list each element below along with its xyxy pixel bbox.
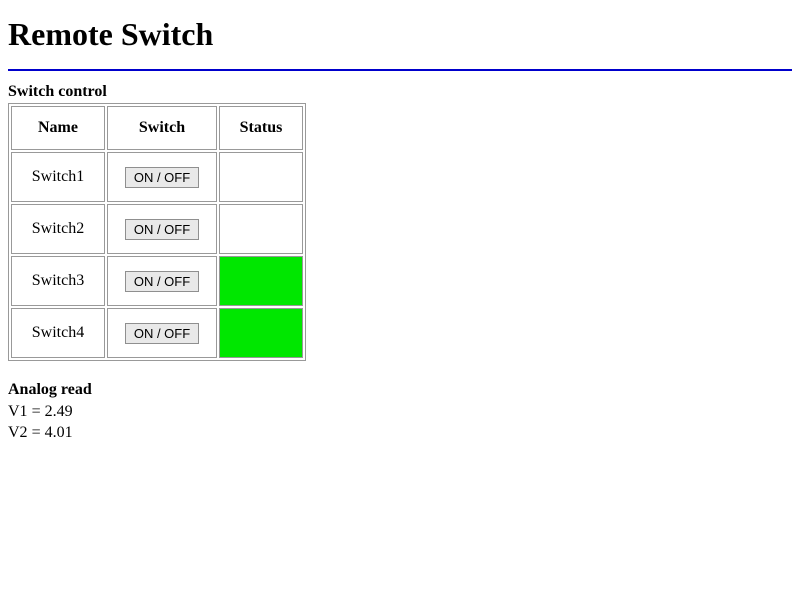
toggle-button-switch2[interactable]: ON / OFF <box>125 219 199 240</box>
switch-name-cell: Switch4 <box>11 308 105 358</box>
col-header-status: Status <box>219 106 303 150</box>
toggle-button-switch4[interactable]: ON / OFF <box>125 323 199 344</box>
col-header-name: Name <box>11 106 105 150</box>
equals-sign: = <box>32 403 45 420</box>
divider <box>8 69 792 71</box>
toggle-button-switch1[interactable]: ON / OFF <box>125 167 199 188</box>
status-cell-switch3 <box>219 256 303 306</box>
table-row: Switch3 ON / OFF <box>11 256 303 306</box>
col-header-switch: Switch <box>107 106 217 150</box>
switch-name-cell: Switch2 <box>11 204 105 254</box>
analog-reading-line: V2 = 4.01 <box>8 422 792 444</box>
switch-button-cell: ON / OFF <box>107 256 217 306</box>
table-row: Switch1 ON / OFF <box>11 152 303 202</box>
switch-table: Name Switch Status Switch1 ON / OFF Swit… <box>8 103 306 361</box>
switch-name-cell: Switch3 <box>11 256 105 306</box>
analog-reading-line: V1 = 2.49 <box>8 401 792 423</box>
switch-control-heading: Switch control <box>8 83 792 101</box>
analog-value: 2.49 <box>45 403 73 420</box>
equals-sign: = <box>32 424 45 441</box>
switch-button-cell: ON / OFF <box>107 308 217 358</box>
analog-label: V2 <box>8 424 28 441</box>
status-cell-switch4 <box>219 308 303 358</box>
table-header-row: Name Switch Status <box>11 106 303 150</box>
switch-button-cell: ON / OFF <box>107 204 217 254</box>
analog-label: V1 <box>8 403 28 420</box>
analog-read-heading: Analog read <box>8 379 792 401</box>
switch-button-cell: ON / OFF <box>107 152 217 202</box>
switch-name-cell: Switch1 <box>11 152 105 202</box>
analog-value: 4.01 <box>45 424 73 441</box>
status-cell-switch1 <box>219 152 303 202</box>
status-cell-switch2 <box>219 204 303 254</box>
table-row: Switch4 ON / OFF <box>11 308 303 358</box>
page-title: Remote Switch <box>8 16 792 53</box>
analog-read-block: Analog read V1 = 2.49 V2 = 4.01 <box>8 379 792 444</box>
toggle-button-switch3[interactable]: ON / OFF <box>125 271 199 292</box>
table-row: Switch2 ON / OFF <box>11 204 303 254</box>
